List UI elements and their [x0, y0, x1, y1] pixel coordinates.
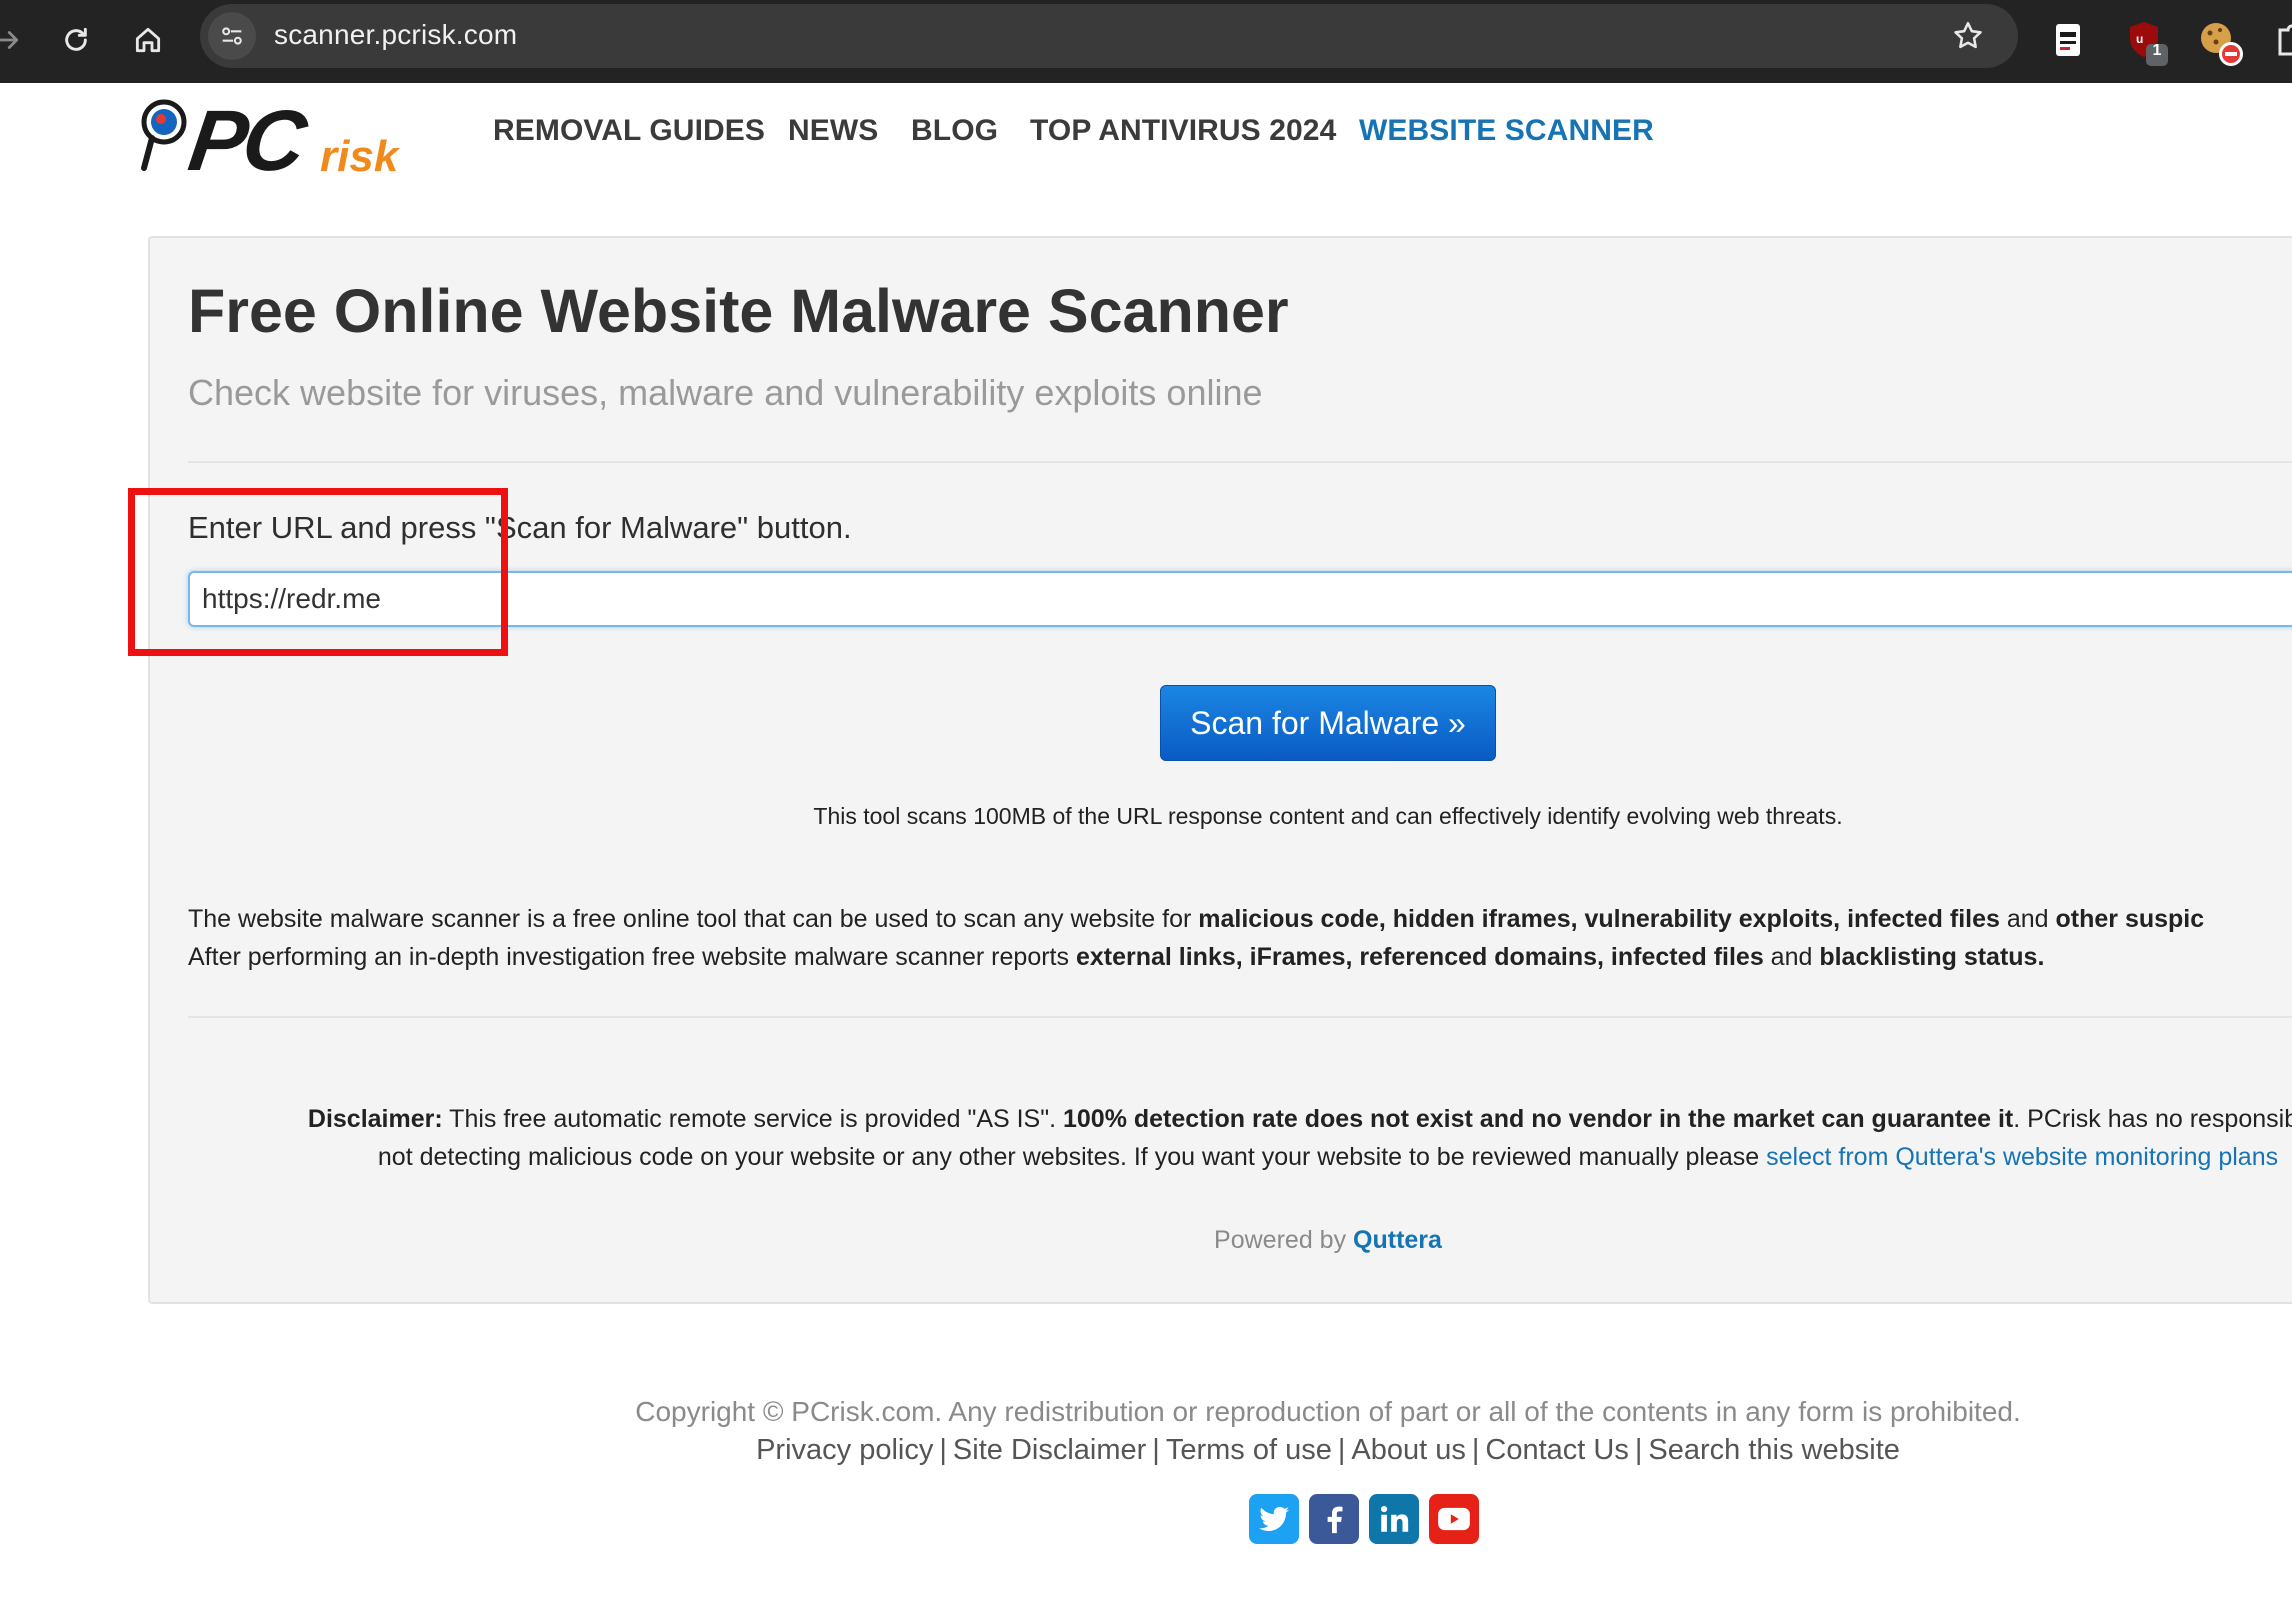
desc-bold: blacklisting status. [1819, 943, 2045, 971]
footer-link-about[interactable]: About us [1351, 1434, 1465, 1466]
nav-top-antivirus[interactable]: TOP ANTIVIRUS 2024 [1030, 114, 1336, 148]
divider [188, 1016, 2292, 1018]
logo-text-pc: PC [183, 93, 309, 189]
disclaimer-bold: 100% detection rate does not exist and n… [1063, 1105, 2014, 1133]
facebook-icon[interactable] [1309, 1494, 1359, 1544]
desc-bold: other suspic [2055, 905, 2205, 933]
footer-link-disclaimer[interactable]: Site Disclaimer [953, 1434, 1146, 1466]
address-bar[interactable]: scanner.pcrisk.com [200, 4, 2018, 68]
site-settings-icon[interactable] [208, 12, 256, 60]
address-url[interactable]: scanner.pcrisk.com [274, 19, 517, 51]
disclaimer-label: Disclaimer: [307, 1105, 443, 1133]
powered-by: Powered by Quttera [0, 1226, 2292, 1255]
nav-removal-guides[interactable]: REMOVAL GUIDES [493, 114, 765, 148]
browser-toolbar: scanner.pcrisk.com u 1 [0, 0, 2292, 83]
ublock-icon[interactable]: u 1 [2124, 18, 2168, 66]
separator: | [939, 1434, 947, 1466]
quttera-plans-link[interactable]: select from Quttera's website monitoring… [1766, 1143, 2278, 1171]
separator: | [1152, 1434, 1160, 1466]
bookmark-star-icon[interactable] [1948, 16, 1988, 56]
desc-text: The website malware scanner is a free on… [188, 905, 1199, 933]
cookie-extension-icon[interactable] [2196, 18, 2243, 66]
extensions-puzzle-icon[interactable] [2270, 18, 2292, 62]
pcrisk-logo[interactable]: PC risk [138, 93, 428, 189]
twitter-icon[interactable] [1249, 1494, 1299, 1544]
forward-icon[interactable] [0, 18, 30, 62]
scan-for-malware-button[interactable]: Scan for Malware » [1160, 685, 1496, 761]
divider [188, 461, 2292, 463]
desc-text: After performing an in-depth investigati… [188, 943, 1076, 971]
page-title: Free Online Website Malware Scanner [188, 277, 1289, 345]
footer-link-search[interactable]: Search this website [1648, 1434, 1899, 1466]
disclaimer-text: This free automatic remote service is pr… [442, 1105, 1063, 1133]
footer-links: Privacy policy | Site Disclaimer | Terms of … [0, 1434, 2292, 1467]
desc-text: and [1763, 943, 1820, 971]
extension-icon[interactable] [2046, 18, 2090, 62]
footer-link-terms[interactable]: Terms of use [1166, 1434, 1332, 1466]
reload-icon[interactable] [54, 18, 98, 62]
logo-text-risk: risk [320, 132, 399, 181]
nav-blog[interactable]: BLOG [911, 114, 998, 148]
svg-text:u: u [2136, 32, 2143, 46]
scan-note: This tool scans 100MB of the URL respons… [813, 803, 1843, 829]
url-input[interactable] [188, 571, 2292, 627]
desc-bold: malicious code, hidden iframes, vulnerab… [1198, 905, 2000, 933]
copyright: Copyright © PCrisk.com. Any redistributi… [635, 1396, 2021, 1427]
disclaimer-text: not detecting malicious code on your web… [377, 1143, 1767, 1171]
scanner-description: The website malware scanner is a free on… [188, 900, 2204, 976]
linkedin-icon[interactable] [1369, 1494, 1419, 1544]
nav-news[interactable]: NEWS [788, 114, 878, 148]
disclaimer-text: . PCrisk has no responsibility f [2013, 1105, 2292, 1133]
home-icon[interactable] [126, 18, 170, 62]
footer-link-privacy[interactable]: Privacy policy [756, 1434, 933, 1466]
desc-bold: external links, iFrames, referenced doma… [1075, 943, 1764, 971]
page-subtitle: Check website for viruses, malware and v… [188, 372, 1263, 413]
ublock-badge: 1 [2152, 42, 2162, 59]
youtube-icon[interactable] [1429, 1494, 1479, 1544]
url-prompt: Enter URL and press "Scan for Malware" b… [188, 510, 852, 545]
powered-by-label: Powered by [1214, 1226, 1347, 1254]
nav-website-scanner[interactable]: WEBSITE SCANNER [1359, 114, 1654, 148]
separator: | [1471, 1434, 1480, 1466]
separator: | [1337, 1434, 1346, 1466]
disclaimer: Disclaimer: This free automatic remote s… [0, 1100, 2292, 1176]
quttera-link[interactable]: Quttera [1353, 1226, 1442, 1254]
desc-text: and [1999, 905, 2056, 933]
separator: | [1634, 1434, 1643, 1466]
footer-link-contact[interactable]: Contact Us [1485, 1434, 1628, 1466]
